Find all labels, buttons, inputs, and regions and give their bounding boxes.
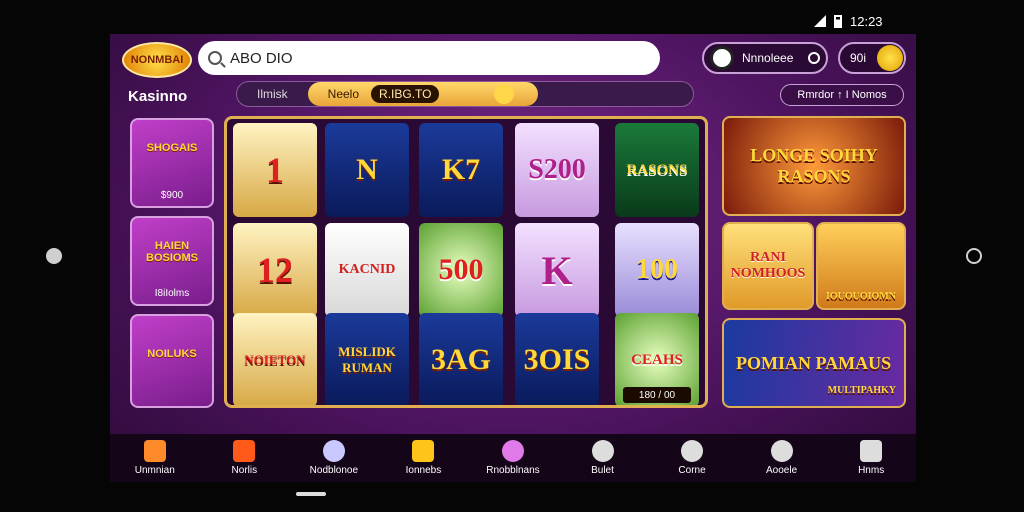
pause-icon — [412, 440, 435, 462]
top-bar: NONMBAI ABO DIO Nnnoleee 90i — [110, 34, 916, 82]
reel-symbol: 500 — [419, 223, 503, 317]
nav-item[interactable]: Norlis — [204, 440, 284, 476]
reel-tile-footer: 180 / 00 — [623, 387, 691, 403]
search-value: ABO DIO — [230, 49, 293, 67]
game-tile[interactable]: IOUOUOIOMN — [816, 222, 906, 310]
house-icon — [860, 440, 883, 462]
gear-icon — [681, 440, 704, 462]
tab-1-active[interactable]: Neelo R.IBG.TO — [307, 82, 538, 106]
nav-item[interactable]: Ionnebs — [383, 440, 463, 476]
side-game-tile[interactable]: NOILUKS — [130, 314, 214, 408]
nav-item[interactable]: Aooele — [742, 440, 822, 476]
reel-symbol: N — [325, 123, 409, 217]
signal-icon — [814, 15, 826, 27]
right-sensor-ring — [966, 248, 982, 264]
device-frame: 12:23 NONMBAI ABO DIO Nnnoleee 90i Kasin… — [0, 0, 1024, 512]
home-indicator[interactable] — [296, 492, 326, 496]
user-account-pill[interactable]: Nnnoleee — [702, 42, 828, 74]
controller-icon — [322, 440, 345, 462]
casino-app-screen: NONMBAI ABO DIO Nnnoleee 90i Kasinno Ilm… — [110, 34, 916, 482]
coin-balance: 90i — [850, 51, 867, 65]
reel-symbol: K7 — [419, 123, 503, 217]
nav-item[interactable]: Hnms — [831, 440, 911, 476]
reel-symbol: S200 — [515, 123, 599, 217]
reel-symbol: KACNID — [325, 223, 409, 317]
avatar — [710, 46, 734, 70]
search-input[interactable]: ABO DIO — [198, 41, 660, 75]
reel-symbol: 12 — [233, 223, 317, 317]
reel-symbol: 100 — [615, 223, 699, 317]
user-label: Nnnoleee — [742, 51, 794, 65]
home-icon — [143, 440, 166, 462]
featured-game-tile[interactable]: LONGE SOIHY RASONS — [722, 116, 906, 216]
category-tabs: Ilmisk Neelo R.IBG.TO — [236, 81, 694, 107]
wifi-icon — [790, 15, 806, 27]
nav-item[interactable]: Unmnian — [115, 440, 195, 476]
search-icon — [770, 440, 793, 462]
record-icon — [501, 440, 524, 462]
slot-reels[interactable]: 1 12 NOIETON N KACNID MISLIDK RUMAN K7 5… — [224, 116, 708, 408]
bottom-nav: Unmnian Norlis Nodblonoe Ionnebs Rnobbln… — [110, 434, 916, 482]
nav-item[interactable]: Nodblonoe — [294, 440, 374, 476]
nav-item[interactable]: Corne — [652, 440, 732, 476]
game-tile[interactable]: POMIAN PAMAUS MULTIPAHKY — [722, 318, 906, 408]
reel-symbol: 3OIS — [515, 313, 599, 405]
side-game-tile[interactable]: HAIEN BOSIOMS I8iIolms — [130, 216, 214, 306]
flame-icon — [233, 440, 256, 462]
left-sensor-dot — [46, 248, 62, 264]
reel-symbol: MISLIDK RUMAN — [325, 313, 409, 405]
target-icon — [591, 440, 614, 462]
status-time: 12:23 — [850, 13, 883, 29]
app-logo[interactable]: NONMBAI — [122, 42, 192, 78]
game-tile[interactable]: RANI NOMHOOS — [722, 222, 814, 310]
reel-symbol: 1 — [233, 123, 317, 217]
tab-0[interactable]: Ilmisk — [237, 82, 308, 106]
coin-icon — [877, 45, 903, 71]
reel-symbol: RASONS — [615, 123, 699, 217]
nav-item[interactable]: Bulet — [563, 440, 643, 476]
brand-name: Kasinno — [128, 88, 188, 105]
search-icon — [208, 51, 222, 65]
reel-symbol: K — [515, 223, 599, 317]
reel-symbol: NOIETON — [233, 313, 317, 405]
filter-pill[interactable]: Rmrdor ↑ I Nomos — [780, 84, 904, 106]
reel-symbol: 3AG — [419, 313, 503, 405]
coin-balance-pill[interactable]: 90i — [838, 42, 906, 74]
tab-value: R.IBG.TO — [371, 85, 440, 103]
battery-icon — [834, 14, 842, 28]
search-icon — [808, 52, 820, 64]
side-game-tile[interactable]: SHOGAIS $900 — [130, 118, 214, 208]
smiley-icon — [493, 84, 514, 104]
nav-item[interactable]: Rnobblnans — [473, 440, 553, 476]
status-bar: 12:23 — [790, 12, 883, 30]
